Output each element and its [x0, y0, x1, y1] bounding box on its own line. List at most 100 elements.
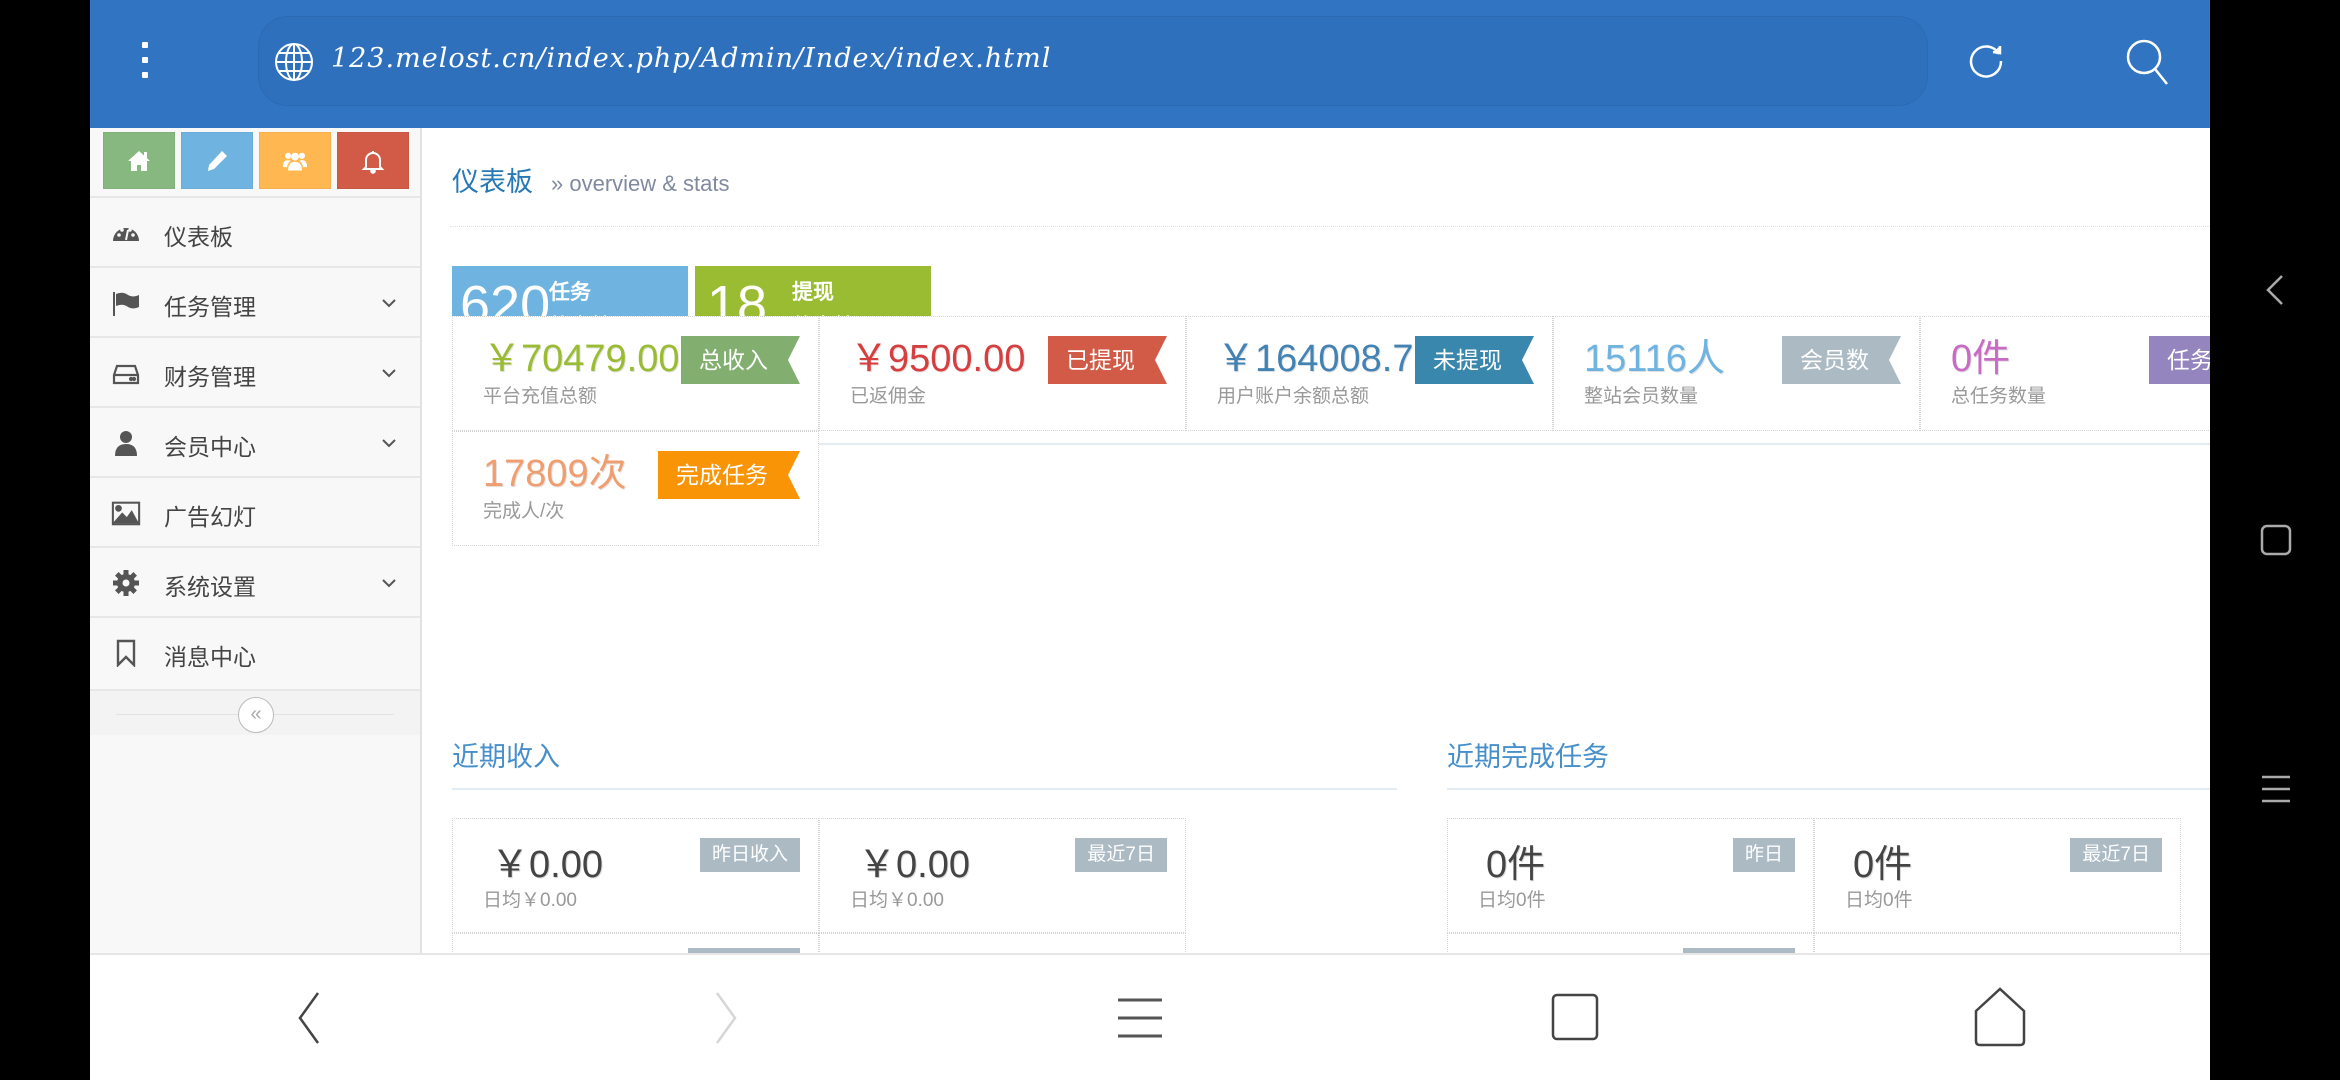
sidebar-item-members[interactable]: 会员中心: [90, 406, 420, 476]
stat-value: ￥70479.00: [483, 338, 680, 380]
shortcut-edit[interactable]: [181, 132, 253, 189]
ribbon-notch: [1883, 336, 1901, 384]
sidebar-item-label: 广告幻灯: [164, 504, 256, 530]
recent-card-partial: [1814, 933, 2181, 953]
bell-icon: [361, 150, 385, 174]
shortcut-notifications[interactable]: [337, 132, 409, 189]
ribbon-notch: [782, 336, 800, 384]
menu-button[interactable]: [1110, 985, 1170, 1051]
chevron-down-icon: [382, 299, 396, 308]
globe-icon: [275, 43, 313, 81]
recent-card: 0件 日均0件 最近7日: [1814, 818, 2181, 933]
bookmark-icon: [116, 639, 136, 667]
sidebar-item-ads[interactable]: 广告幻灯: [90, 476, 420, 546]
divider: [450, 226, 2210, 227]
dashboard-icon: [113, 228, 139, 241]
page-header: 仪表板 » overview & stats: [452, 160, 730, 199]
shortcut-home[interactable]: [103, 132, 175, 189]
stat-card: 17809次 完成人/次 完成任务: [452, 431, 819, 546]
stat-ribbon: 总收入: [681, 336, 800, 384]
stat-value: 17809次: [483, 453, 627, 495]
sidebar-item-label: 系统设置: [164, 574, 256, 600]
pending-label: 提现: [792, 281, 834, 304]
home-icon: [128, 150, 150, 171]
period-badge: 昨日: [1732, 838, 1795, 872]
sidebar-item-label: 会员中心: [164, 434, 256, 460]
stat-value: 15116人: [1584, 338, 1725, 380]
divider: [452, 788, 1397, 790]
sidebar-item-label: 财务管理: [164, 364, 256, 390]
stat-card: ￥70479.00 平台充值总额 总收入: [452, 316, 819, 431]
stat-ribbon: 会员数: [1782, 336, 1901, 384]
stat-description: 总任务数量: [1951, 386, 2047, 407]
recent-value: 0件: [1853, 844, 1913, 886]
recent-description: 日均0件: [1478, 890, 1546, 911]
sidebar-item-finance[interactable]: 财务管理: [90, 336, 420, 406]
address-bar[interactable]: 123.melost.cn/index.php/Admin/Index/inde…: [258, 16, 1928, 106]
sidebar-item-tasks[interactable]: 任务管理: [90, 266, 420, 336]
recent-description: 日均￥0.00: [850, 890, 944, 911]
stat-value: 0件: [1951, 338, 2011, 380]
stat-description: 已返佣金: [850, 386, 927, 407]
ribbon-label: 会员数: [1800, 347, 1869, 373]
ribbon-label: 完成任务: [676, 462, 768, 488]
stat-value: ￥9500.00: [850, 338, 1026, 380]
sidebar-menu: 仪表板 任务管理 财务管理 会员中心 广告幻灯 系统设置 消息中心: [90, 196, 420, 686]
stat-value: ￥164008.7: [1217, 338, 1414, 380]
sidebar-collapse-button[interactable]: «: [238, 697, 274, 733]
chevron-down-icon: [382, 369, 396, 378]
cog-icon: [113, 570, 139, 596]
system-back-button[interactable]: [2256, 270, 2296, 310]
shortcut-users[interactable]: [259, 132, 331, 189]
recent-income-title: 近期收入: [452, 742, 560, 772]
recent-card-partial: [452, 933, 819, 953]
recent-card-partial: [1447, 933, 1814, 953]
more-vert-icon[interactable]: [142, 42, 150, 84]
ribbon-notch: [1516, 336, 1534, 384]
recent-card: ￥0.00 日均￥0.00 最近7日: [819, 818, 1186, 933]
sidebar-item-dashboard[interactable]: 仪表板: [90, 196, 420, 266]
picture-icon: [111, 501, 141, 526]
stat-card: ￥164008.7 用户账户余额总额 未提现: [1186, 316, 1553, 431]
url-text[interactable]: 123.melost.cn/index.php/Admin/Index/inde…: [331, 43, 1051, 74]
recent-tasks-title: 近期完成任务: [1447, 742, 1609, 772]
page-title: 仪表板: [452, 167, 533, 197]
chevron-down-icon: [382, 579, 396, 588]
forward-button[interactable]: [695, 985, 755, 1051]
stat-ribbon: 未提现: [1415, 336, 1534, 384]
sidebar-shortcuts: [103, 132, 409, 189]
recent-description: 日均￥0.00: [483, 890, 577, 911]
period-badge: 昨日收入: [699, 838, 800, 872]
stat-ribbon: 任务数: [2149, 336, 2210, 384]
users-icon: [282, 152, 308, 171]
back-button[interactable]: [280, 985, 340, 1051]
recent-card: 0件 日均0件 昨日: [1447, 818, 1814, 933]
browser-bottom-bar: [90, 953, 2210, 1080]
ribbon-notch: [1149, 336, 1167, 384]
home-button[interactable]: [1970, 985, 2030, 1051]
system-navigation-bar: [2210, 0, 2340, 1080]
ribbon-label: 总收入: [699, 347, 768, 373]
stat-ribbon: 完成任务: [658, 451, 800, 499]
tabs-button[interactable]: [1545, 985, 1605, 1051]
stat-description: 用户账户余额总额: [1217, 386, 1370, 407]
divider: [1447, 788, 2210, 790]
chevron-down-icon: [382, 439, 396, 448]
stat-description: 平台充值总额: [483, 386, 598, 407]
stat-card: 0件总任务数量 任务数: [1920, 316, 2210, 431]
pencil-icon: [208, 150, 227, 171]
pending-label: 任务: [549, 281, 591, 304]
period-badge: 最近7日: [1075, 838, 1167, 872]
recent-value: ￥0.00: [491, 844, 603, 886]
sidebar-item-label: 仪表板: [164, 224, 233, 250]
system-recents-button[interactable]: [2256, 769, 2296, 809]
system-home-button[interactable]: [2256, 520, 2296, 560]
user-icon: [115, 431, 137, 456]
browser-window: 123.melost.cn/index.php/Admin/Index/inde…: [90, 0, 2210, 1080]
sidebar-item-messages[interactable]: 消息中心: [90, 616, 420, 686]
ribbon-label: 已提现: [1066, 347, 1135, 373]
ribbon-notch: [782, 451, 800, 499]
reload-icon[interactable]: [1965, 40, 2007, 82]
search-icon[interactable]: [2125, 38, 2171, 88]
sidebar-item-settings[interactable]: 系统设置: [90, 546, 420, 616]
